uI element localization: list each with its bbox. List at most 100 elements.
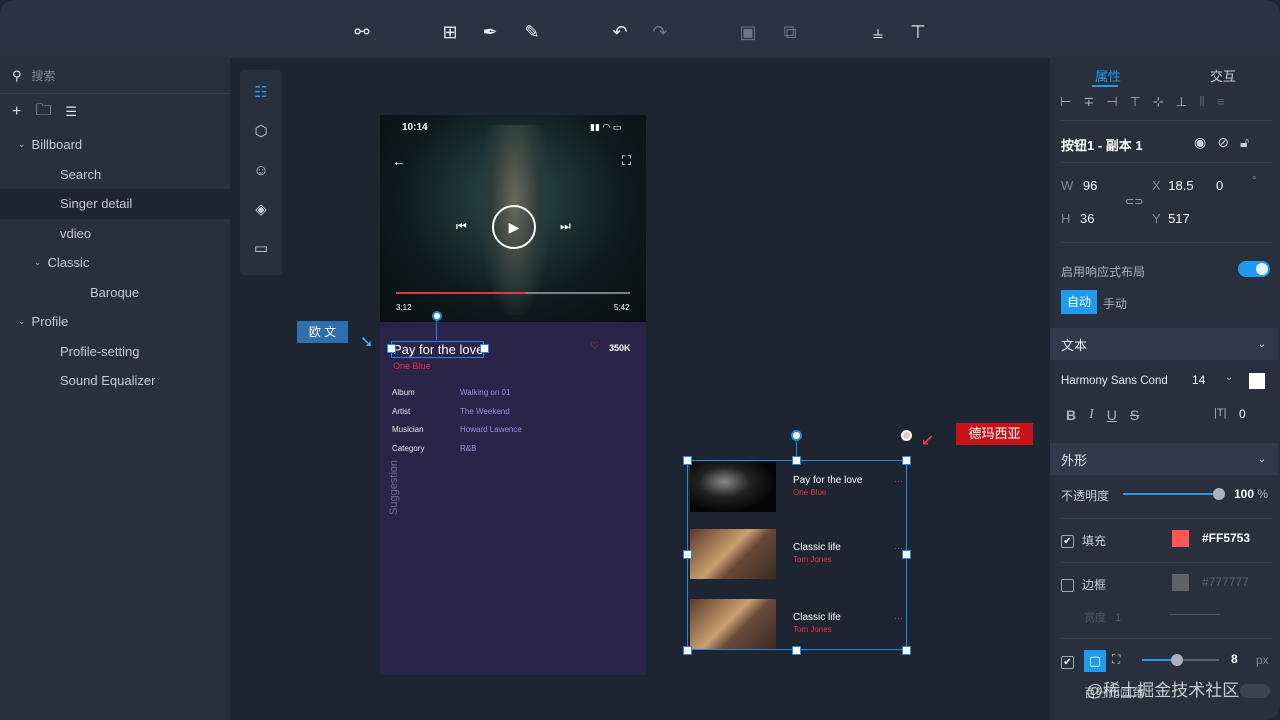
rotate-handle[interactable]	[791, 430, 802, 441]
border-hex-input[interactable]: #777777	[1202, 575, 1249, 589]
resize-handle[interactable]	[902, 550, 911, 559]
shape-section-header[interactable]: 外形 ⌄	[1050, 443, 1278, 475]
more-icon[interactable]: ···	[894, 613, 903, 623]
component-cube-icon[interactable]: ⬡	[251, 122, 271, 142]
border-color-swatch[interactable]	[1172, 574, 1189, 591]
panel-icon[interactable]: ▭	[251, 239, 271, 259]
corner-radius-handle[interactable]	[901, 430, 912, 441]
resize-handle[interactable]	[387, 344, 396, 353]
group-icon[interactable]: ▣	[736, 20, 760, 44]
add-frame-icon[interactable]: ⊞	[438, 20, 462, 44]
pencil-icon[interactable]: ✎	[520, 20, 544, 44]
list-item[interactable]: Classic life Tom Jones ···	[688, 529, 906, 581]
tree-item[interactable]: ⌄ Classic	[0, 248, 230, 278]
border-style-select[interactable]	[1170, 614, 1220, 615]
individual-radius-icon[interactable]: ⛶	[1112, 652, 1120, 667]
radius-slider[interactable]	[1142, 654, 1219, 666]
rotate-handle[interactable]	[432, 311, 442, 321]
connect-icon[interactable]: ⚯	[350, 20, 374, 44]
caret-down-icon[interactable]: ⌄	[34, 257, 42, 268]
responsive-toggle[interactable]	[1238, 261, 1270, 277]
text-color-swatch[interactable]	[1249, 373, 1265, 389]
strike-button[interactable]: S	[1130, 407, 1139, 423]
font-size-input[interactable]: 14	[1192, 373, 1205, 387]
tab-interaction[interactable]: 交互	[1210, 66, 1236, 85]
resize-handle[interactable]	[683, 456, 692, 465]
chevron-down-icon[interactable]: ⌄	[1225, 372, 1233, 383]
link-ratio-icon[interactable]: ⊂⊃	[1125, 195, 1143, 208]
heart-icon[interactable]: ♡	[590, 341, 599, 352]
resize-handle[interactable]	[902, 646, 911, 655]
list-item[interactable]: Pay for the love One Blue ···	[688, 462, 906, 514]
tree-item[interactable]: vdieo	[0, 219, 230, 249]
back-arrow-icon[interactable]: ←	[392, 153, 406, 169]
sort-list-icon[interactable]: ☰	[65, 104, 77, 120]
rotation-input[interactable]: 0	[1216, 178, 1223, 193]
opacity-value[interactable]: 100	[1234, 487, 1254, 501]
radius-value[interactable]: 8	[1231, 652, 1238, 666]
progress-track[interactable]	[396, 292, 630, 294]
percent-radius-toggle[interactable]	[1240, 684, 1270, 698]
phone-artboard[interactable]: 10:14 ▮▮ ◠ ▭ ← ⛶ ⏮ ▶ ⏭ 3:12 5:42 Pay for…	[380, 115, 646, 675]
undo-icon[interactable]: ↶	[608, 20, 632, 44]
bold-button[interactable]: B	[1066, 407, 1076, 423]
caret-down-icon[interactable]: ⌄	[18, 316, 26, 327]
opacity-slider[interactable]	[1123, 488, 1225, 500]
tab-properties[interactable]: 属性	[1095, 66, 1121, 85]
tree-item[interactable]: Profile-setting	[0, 337, 230, 367]
resize-handle[interactable]	[792, 646, 801, 655]
distribute-top-icon[interactable]: ⊤	[906, 20, 930, 44]
resize-handle[interactable]	[683, 646, 692, 655]
element-name[interactable]: 按钮1 - 副本 1	[1061, 135, 1143, 154]
emoji-icon[interactable]: ☺	[251, 161, 271, 181]
layers-icon[interactable]: ◈	[251, 200, 271, 220]
resize-handle[interactable]	[480, 344, 489, 353]
text-section-header[interactable]: 文本 ⌄	[1050, 328, 1278, 360]
add-page-icon[interactable]: +	[12, 103, 21, 121]
distribute-vertical-icon[interactable]: ⫨	[866, 20, 890, 44]
letter-spacing-input[interactable]: 0	[1239, 407, 1246, 421]
tree-item[interactable]: Singer detail	[0, 189, 230, 219]
border-checkbox[interactable]: ✔	[1061, 579, 1074, 592]
list-item[interactable]: Classic life Tom Jones ···	[688, 599, 906, 651]
tree-item[interactable]: Search	[0, 160, 230, 190]
border-width-input[interactable]: 1	[1115, 612, 1121, 624]
mode-auto-button[interactable]: 自动	[1061, 290, 1097, 314]
resize-handle[interactable]	[902, 456, 911, 465]
redo-icon[interactable]: ↷	[648, 20, 672, 44]
width-input[interactable]: 96	[1083, 178, 1097, 193]
x-input[interactable]: 18.5	[1168, 178, 1193, 193]
resize-handle[interactable]	[792, 456, 801, 465]
previous-icon[interactable]: ⏮	[456, 219, 467, 234]
fill-hex-input[interactable]: #FF5753	[1202, 531, 1250, 545]
video-player[interactable]: 10:14 ▮▮ ◠ ▭ ← ⛶ ⏮ ▶ ⏭ 3:12 5:42	[380, 115, 646, 322]
height-input[interactable]: 36	[1080, 211, 1094, 226]
visibility-lock-icons[interactable]: ◉⊘🔓︎	[1194, 134, 1260, 151]
fill-color-swatch[interactable]	[1172, 530, 1189, 547]
unlock-icon[interactable]: 🔓︎	[1240, 134, 1260, 150]
mode-manual-button[interactable]: 手动	[1103, 295, 1127, 312]
next-icon[interactable]: ⏭	[560, 219, 571, 234]
fill-checkbox[interactable]: ✔	[1061, 535, 1074, 548]
pen-icon[interactable]: ✒	[478, 20, 502, 44]
radius-checkbox[interactable]: ✔	[1061, 656, 1074, 669]
play-button[interactable]: ▶	[492, 205, 536, 249]
italic-button[interactable]: I	[1089, 407, 1094, 423]
eye-icon[interactable]: ◉	[1194, 134, 1217, 150]
disable-icon[interactable]: ⊘	[1217, 134, 1240, 150]
tree-item[interactable]: Sound Equalizer	[0, 366, 230, 396]
align-toolbar[interactable]: ⊢∓⊣⊤⊹⊥⦀≡	[1060, 94, 1236, 110]
add-folder-icon[interactable]: 🗀	[35, 99, 51, 126]
outline-icon[interactable]: ☷	[251, 83, 271, 103]
tree-item[interactable]: Baroque	[0, 278, 230, 308]
tree-item[interactable]: ⌄ Profile	[0, 307, 230, 337]
fullscreen-icon[interactable]: ⛶	[622, 153, 631, 169]
underline-button[interactable]: U	[1107, 407, 1117, 423]
y-input[interactable]: 517	[1168, 211, 1190, 226]
uniform-radius-icon[interactable]: ▢	[1084, 650, 1106, 672]
search-input[interactable]: ⚲ 搜索	[0, 58, 230, 94]
more-icon[interactable]: ···	[894, 476, 903, 486]
ungroup-icon[interactable]: ⧉	[778, 20, 802, 44]
font-family-select[interactable]: Harmony Sans Cond	[1061, 375, 1168, 387]
resize-handle[interactable]	[683, 550, 692, 559]
